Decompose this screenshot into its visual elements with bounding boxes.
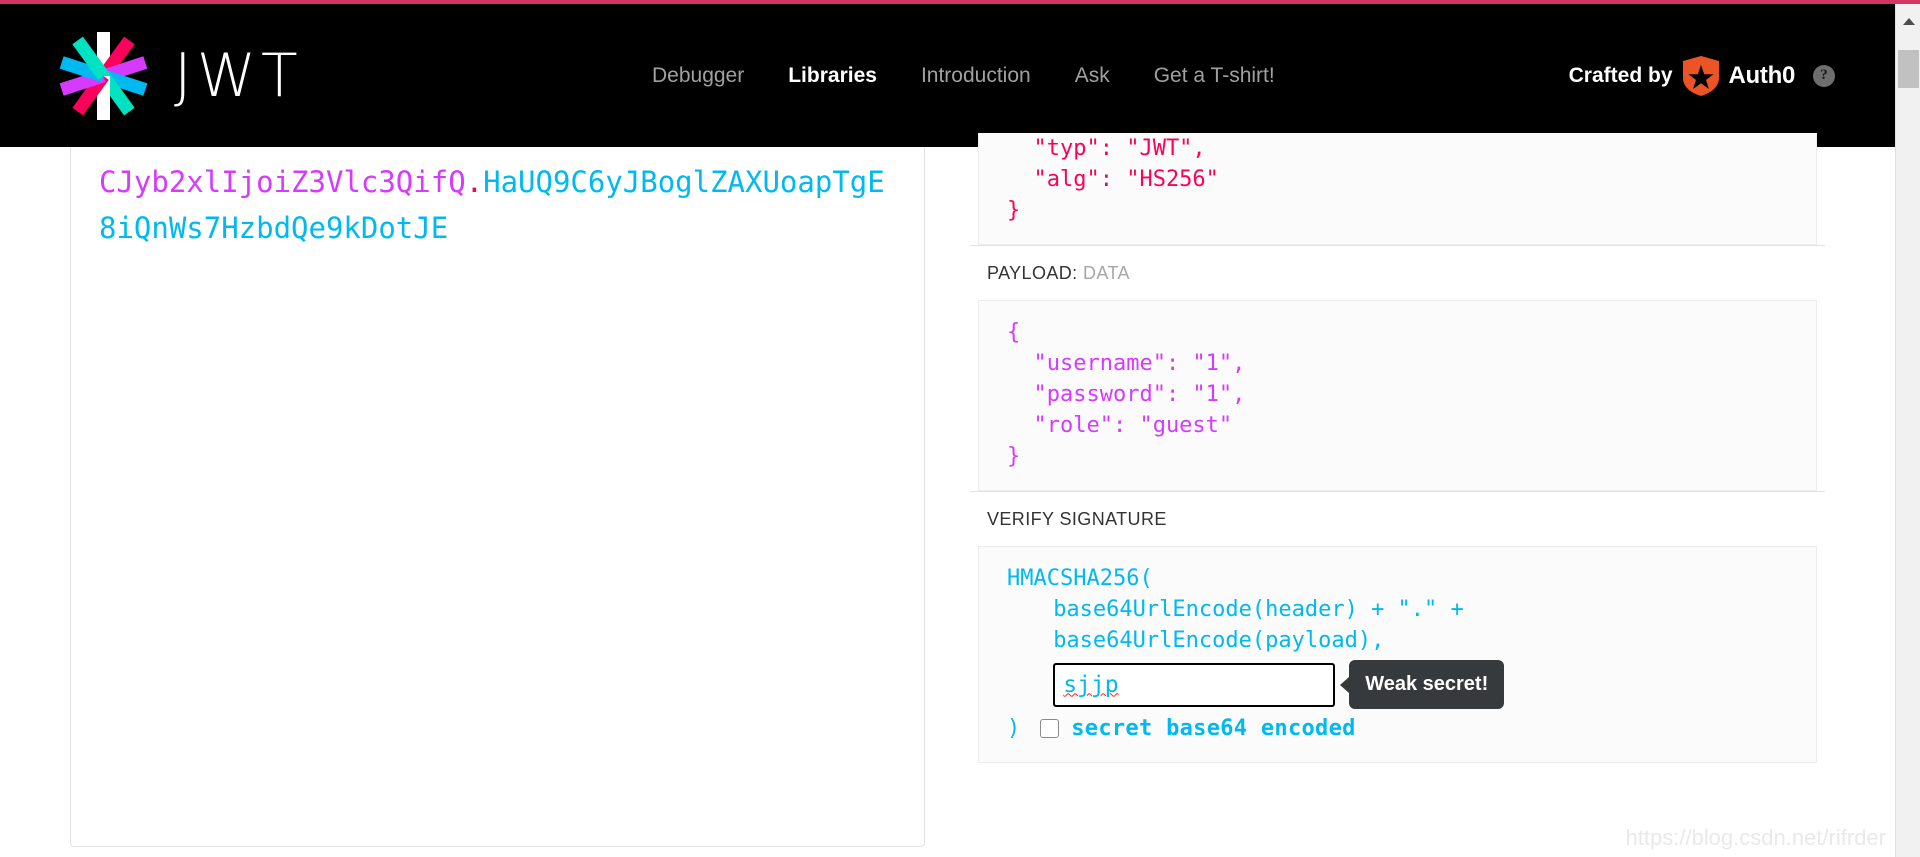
nav-item-debugger[interactable]: Debugger bbox=[630, 64, 766, 88]
encoded-token-text[interactable]: CJyb2xlIjoiZ3Vlc3QifQ.HaUQ9C6yJBoglZAXUo… bbox=[71, 147, 924, 251]
scrollbar-thumb[interactable] bbox=[1898, 50, 1919, 88]
encoded-token-panel[interactable]: CJyb2xlIjoiZ3Vlc3QifQ.HaUQ9C6yJBoglZAXUo… bbox=[70, 147, 925, 847]
secret-base64-checkbox[interactable] bbox=[1040, 719, 1060, 738]
token-payload-segment: CJyb2xlIjoiZ3Vlc3QifQ bbox=[99, 165, 466, 199]
verify-section-label: VERIFY SIGNATURE bbox=[970, 491, 1825, 546]
secret-input-row: Weak secret! bbox=[1007, 660, 1788, 709]
weak-secret-tooltip: Weak secret! bbox=[1340, 660, 1505, 709]
crafted-by-block[interactable]: Crafted by Auth0 ? bbox=[1569, 4, 1835, 147]
hmac-open-line: HMACSHA256( bbox=[1007, 566, 1153, 591]
verify-signature-body: HMACSHA256( base64UrlEncode(header) + ".… bbox=[978, 546, 1817, 763]
page-scrollbar[interactable] bbox=[1895, 4, 1920, 857]
payload-line-2: "username": "1", bbox=[1007, 351, 1246, 376]
hmac-close-paren: ) bbox=[1007, 716, 1021, 741]
nav-item-get-a-tshirt[interactable]: Get a T-shirt! bbox=[1132, 64, 1297, 88]
payload-line-3: "password": "1", bbox=[1007, 382, 1246, 407]
jwt-starburst-icon bbox=[59, 31, 147, 121]
decoded-payload-body[interactable]: { "username": "1", "password": "1", "rol… bbox=[978, 300, 1817, 491]
nav-item-ask[interactable]: Ask bbox=[1053, 64, 1132, 88]
header-line-1: "typ": "JWT", bbox=[1007, 136, 1206, 161]
main-nav: Debugger Libraries Introduction Ask Get … bbox=[630, 4, 1297, 147]
decoded-panel: "typ": "JWT", "alg": "HS256" } PAYLOAD: … bbox=[970, 133, 1825, 857]
site-header: JWT Debugger Libraries Introduction Ask … bbox=[0, 4, 1895, 147]
secret-input[interactable] bbox=[1053, 662, 1336, 707]
payload-label-muted: DATA bbox=[1082, 263, 1130, 283]
payload-section-label: PAYLOAD: DATA bbox=[970, 245, 1825, 300]
auth0-wordmark: Auth0 bbox=[1728, 61, 1796, 89]
triangle-up-icon[interactable] bbox=[1896, 10, 1920, 32]
crafted-by-label: Crafted by bbox=[1568, 63, 1673, 87]
secret-base64-label[interactable]: secret base64 encoded bbox=[1071, 713, 1355, 744]
payload-label-text: PAYLOAD: bbox=[987, 263, 1078, 283]
brand-logo[interactable]: JWT bbox=[59, 22, 303, 130]
question-mark-icon[interactable]: ? bbox=[1813, 64, 1835, 87]
header-line-3: } bbox=[1007, 198, 1021, 223]
decoded-header-body[interactable]: "typ": "JWT", "alg": "HS256" } bbox=[978, 133, 1817, 245]
hmac-payload-line: base64UrlEncode(payload), bbox=[1053, 628, 1385, 653]
auth0-shield-icon bbox=[1682, 55, 1719, 96]
payload-line-4: "role": "guest" bbox=[1007, 413, 1233, 438]
verify-label-text: VERIFY SIGNATURE bbox=[987, 509, 1167, 529]
token-separator: . bbox=[465, 165, 484, 199]
page-root: JWT Debugger Libraries Introduction Ask … bbox=[0, 0, 1920, 857]
payload-line-1: { bbox=[1007, 320, 1021, 345]
nav-item-libraries[interactable]: Libraries bbox=[766, 64, 899, 88]
header-line-2: "alg": "HS256" bbox=[1007, 167, 1219, 192]
hmac-header-line: base64UrlEncode(header) + "." + bbox=[1053, 597, 1464, 622]
nav-item-introduction[interactable]: Introduction bbox=[899, 64, 1053, 88]
brand-logo-text: JWT bbox=[174, 41, 303, 111]
payload-line-5: } bbox=[1007, 444, 1021, 469]
base64-checkbox-row: ) secret base64 encoded bbox=[1007, 713, 1788, 744]
